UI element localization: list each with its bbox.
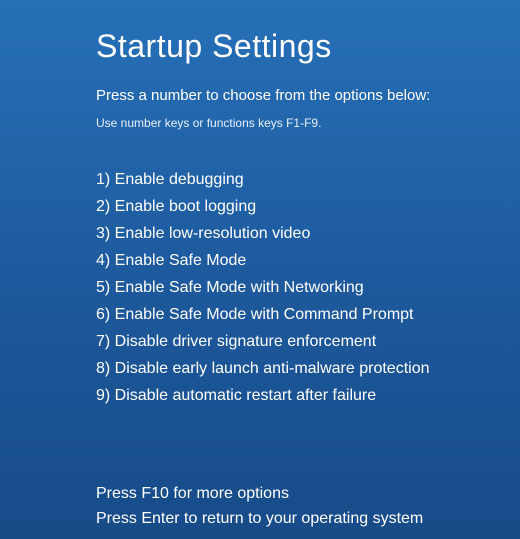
option-6-enable-safe-mode-command-prompt[interactable]: 6) Enable Safe Mode with Command Prompt: [96, 301, 520, 328]
option-7-disable-driver-signature-enforcement[interactable]: 7) Disable driver signature enforcement: [96, 328, 520, 355]
more-options-hint: Press F10 for more options: [96, 481, 520, 506]
hint-text: Use number keys or functions keys F1-F9.: [96, 116, 520, 130]
option-9-disable-automatic-restart[interactable]: 9) Disable automatic restart after failu…: [96, 382, 520, 409]
option-8-disable-early-launch-anti-malware[interactable]: 8) Disable early launch anti-malware pro…: [96, 355, 520, 382]
option-5-enable-safe-mode-networking[interactable]: 5) Enable Safe Mode with Networking: [96, 274, 520, 301]
option-1-enable-debugging[interactable]: 1) Enable debugging: [96, 166, 520, 193]
option-2-enable-boot-logging[interactable]: 2) Enable boot logging: [96, 193, 520, 220]
instruction-text: Press a number to choose from the option…: [96, 87, 520, 104]
options-list: 1) Enable debugging 2) Enable boot loggi…: [96, 166, 520, 409]
option-3-enable-low-resolution-video[interactable]: 3) Enable low-resolution video: [96, 220, 520, 247]
page-title: Startup Settings: [96, 28, 520, 65]
startup-settings-screen: Startup Settings Press a number to choos…: [0, 0, 520, 531]
option-4-enable-safe-mode[interactable]: 4) Enable Safe Mode: [96, 247, 520, 274]
return-hint: Press Enter to return to your operating …: [96, 506, 520, 531]
